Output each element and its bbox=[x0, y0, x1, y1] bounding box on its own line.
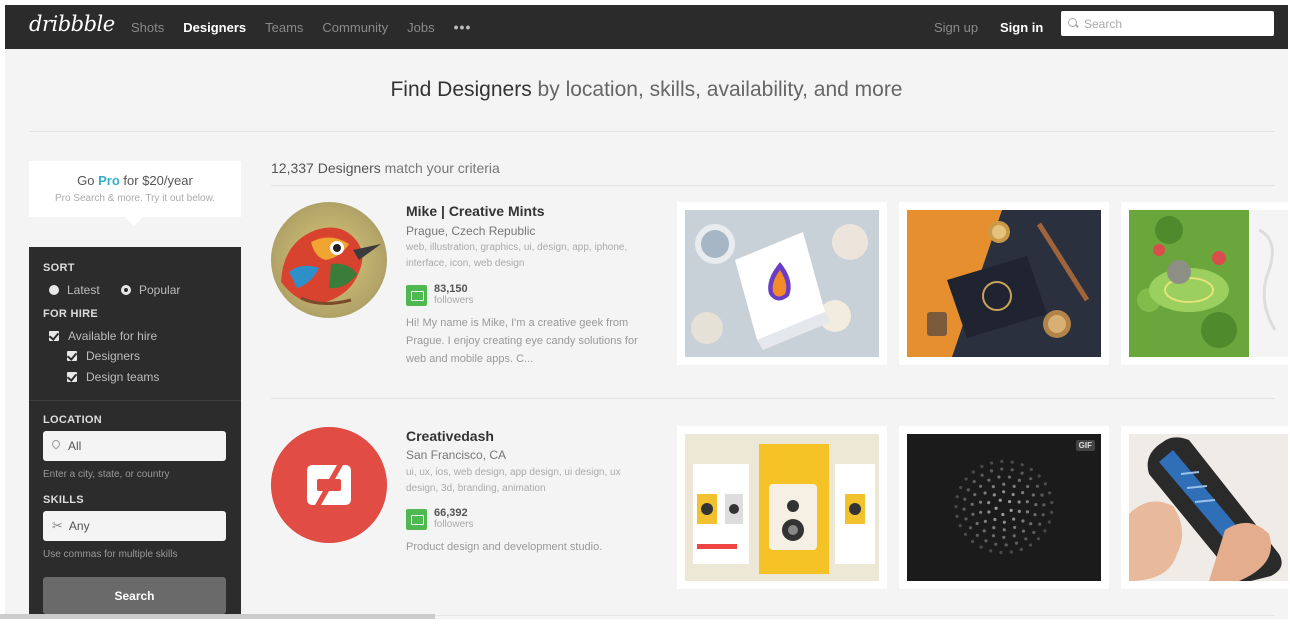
go-pro-price: for $20/year bbox=[119, 173, 193, 188]
designer-skills: web, illustration, graphics, ui, design,… bbox=[406, 242, 628, 269]
designers-checkbox[interactable]: Designers bbox=[67, 349, 140, 363]
sign-up-link[interactable]: Sign up bbox=[934, 5, 978, 49]
avatar[interactable] bbox=[271, 427, 387, 543]
sort-popular-option[interactable]: Popular bbox=[121, 283, 180, 297]
available-label: Available for hire bbox=[68, 329, 158, 343]
followers-count: 66,392 bbox=[434, 507, 468, 519]
search-box bbox=[1061, 11, 1274, 36]
nav-jobs[interactable]: Jobs bbox=[407, 20, 434, 35]
skills-title: SKILLS bbox=[43, 494, 84, 506]
shot-image bbox=[1129, 210, 1288, 357]
page-title: Find Designers by location, skills, avai… bbox=[5, 78, 1288, 102]
shot-thumbnail[interactable] bbox=[1121, 202, 1288, 365]
location-field[interactable] bbox=[43, 431, 226, 461]
sort-title: SORT bbox=[43, 262, 75, 274]
designer-skills: ui, ux, ios, web design, app design, ui … bbox=[406, 467, 621, 494]
gif-badge: GIF bbox=[1075, 440, 1095, 451]
go-pro-prefix: Go bbox=[77, 173, 99, 188]
divider bbox=[271, 398, 1275, 399]
page: dribbble Shots Designers Teams Community… bbox=[5, 5, 1288, 619]
sort-latest-option[interactable]: Latest bbox=[49, 283, 100, 297]
shot-thumbnail[interactable]: GIF bbox=[899, 426, 1109, 589]
pro-label: Pro bbox=[98, 173, 120, 188]
shot-thumbnail[interactable] bbox=[899, 202, 1109, 365]
skills-hint: Use commas for multiple skills bbox=[43, 549, 178, 560]
available-for-hire-checkbox[interactable]: Available for hire bbox=[49, 329, 157, 343]
followers: 83,150 followers bbox=[406, 283, 473, 307]
results-count-number: 12,337 Designers bbox=[271, 160, 381, 176]
sort-popular-label: Popular bbox=[139, 283, 181, 297]
shot-image bbox=[685, 210, 879, 357]
search-button[interactable]: Search bbox=[43, 577, 226, 614]
nav-designers[interactable]: Designers bbox=[183, 20, 246, 35]
go-pro-subtext: Pro Search & more. Try it out below. bbox=[54, 193, 216, 204]
sign-in-link[interactable]: Sign in bbox=[1000, 5, 1043, 49]
nav-shots[interactable]: Shots bbox=[131, 20, 164, 35]
followers-label: followers bbox=[434, 295, 474, 306]
search-icon bbox=[1068, 18, 1079, 29]
location-title: LOCATION bbox=[43, 414, 103, 426]
shot-thumbnail[interactable] bbox=[1121, 426, 1288, 589]
horizontal-scrollbar[interactable] bbox=[0, 614, 435, 619]
designer-location: San Francisco, CA bbox=[406, 448, 507, 462]
designer-location: Prague, Czech Republic bbox=[406, 224, 536, 238]
shot-image bbox=[685, 434, 879, 581]
location-hint: Enter a city, state, or country bbox=[43, 469, 170, 480]
designers-label: Designers bbox=[86, 349, 141, 363]
designer-bio: Product design and development studio. bbox=[406, 541, 603, 553]
skills-input[interactable] bbox=[68, 519, 209, 533]
more-menu-icon[interactable]: ••• bbox=[454, 19, 472, 35]
followers: 66,392 followers bbox=[406, 507, 473, 531]
page-title-rest: by location, skills, availability, and m… bbox=[531, 78, 903, 101]
for-hire-title: FOR HIRE bbox=[43, 308, 98, 320]
design-teams-checkbox[interactable]: Design teams bbox=[67, 370, 159, 384]
creativedash-logo bbox=[271, 427, 387, 543]
divider bbox=[29, 131, 1275, 132]
top-nav: dribbble Shots Designers Teams Community… bbox=[5, 5, 1288, 49]
avatar[interactable] bbox=[271, 202, 387, 318]
shot-thumbnail[interactable] bbox=[677, 426, 887, 589]
filter-sidebar: SORT Latest Popular FOR HIRE Available f… bbox=[29, 247, 241, 619]
shot-image: GIF bbox=[907, 434, 1101, 581]
shot-thumbnail[interactable] bbox=[677, 202, 887, 365]
sort-latest-label: Latest bbox=[67, 283, 100, 297]
shot-image bbox=[1129, 434, 1288, 581]
location-input[interactable] bbox=[68, 439, 208, 453]
main-nav: Shots Designers Teams Community Jobs ••• bbox=[131, 5, 471, 49]
followers-icon bbox=[406, 508, 427, 530]
page-title-bold: Find Designers bbox=[390, 78, 532, 101]
dribbble-logo[interactable]: dribbble bbox=[29, 12, 115, 36]
location-pin-icon bbox=[52, 440, 61, 452]
bird-illustration bbox=[281, 227, 381, 305]
designer-bio: Hi! My name is Mike, I'm a creative geek… bbox=[406, 317, 638, 365]
sidebar-divider bbox=[29, 400, 241, 401]
skills-field[interactable]: ✂ bbox=[43, 511, 226, 541]
followers-label: followers bbox=[434, 519, 474, 530]
radio-selected-icon[interactable] bbox=[121, 285, 131, 295]
design-teams-label: Design teams bbox=[86, 370, 160, 384]
followers-count: 83,150 bbox=[434, 283, 468, 295]
go-pro-callout[interactable]: Go Pro for $20/year Pro Search & more. T… bbox=[29, 161, 241, 226]
search-input[interactable] bbox=[1084, 16, 1264, 31]
followers-icon bbox=[406, 284, 427, 306]
designer-name[interactable]: Creativedash bbox=[406, 428, 494, 444]
designer-name[interactable]: Mike | Creative Mints bbox=[406, 203, 545, 219]
divider bbox=[271, 185, 1275, 186]
nav-teams[interactable]: Teams bbox=[265, 20, 303, 35]
checkbox-checked-icon[interactable] bbox=[49, 331, 59, 341]
nav-community[interactable]: Community bbox=[322, 20, 388, 35]
results-count: 12,337 Designers match your criteria bbox=[271, 160, 500, 176]
radio-icon[interactable] bbox=[49, 285, 59, 295]
checkbox-checked-icon[interactable] bbox=[67, 372, 77, 382]
checkbox-checked-icon[interactable] bbox=[67, 351, 77, 361]
shot-image bbox=[907, 210, 1101, 357]
results-count-suffix: match your criteria bbox=[380, 160, 500, 176]
tools-icon: ✂ bbox=[52, 518, 63, 533]
